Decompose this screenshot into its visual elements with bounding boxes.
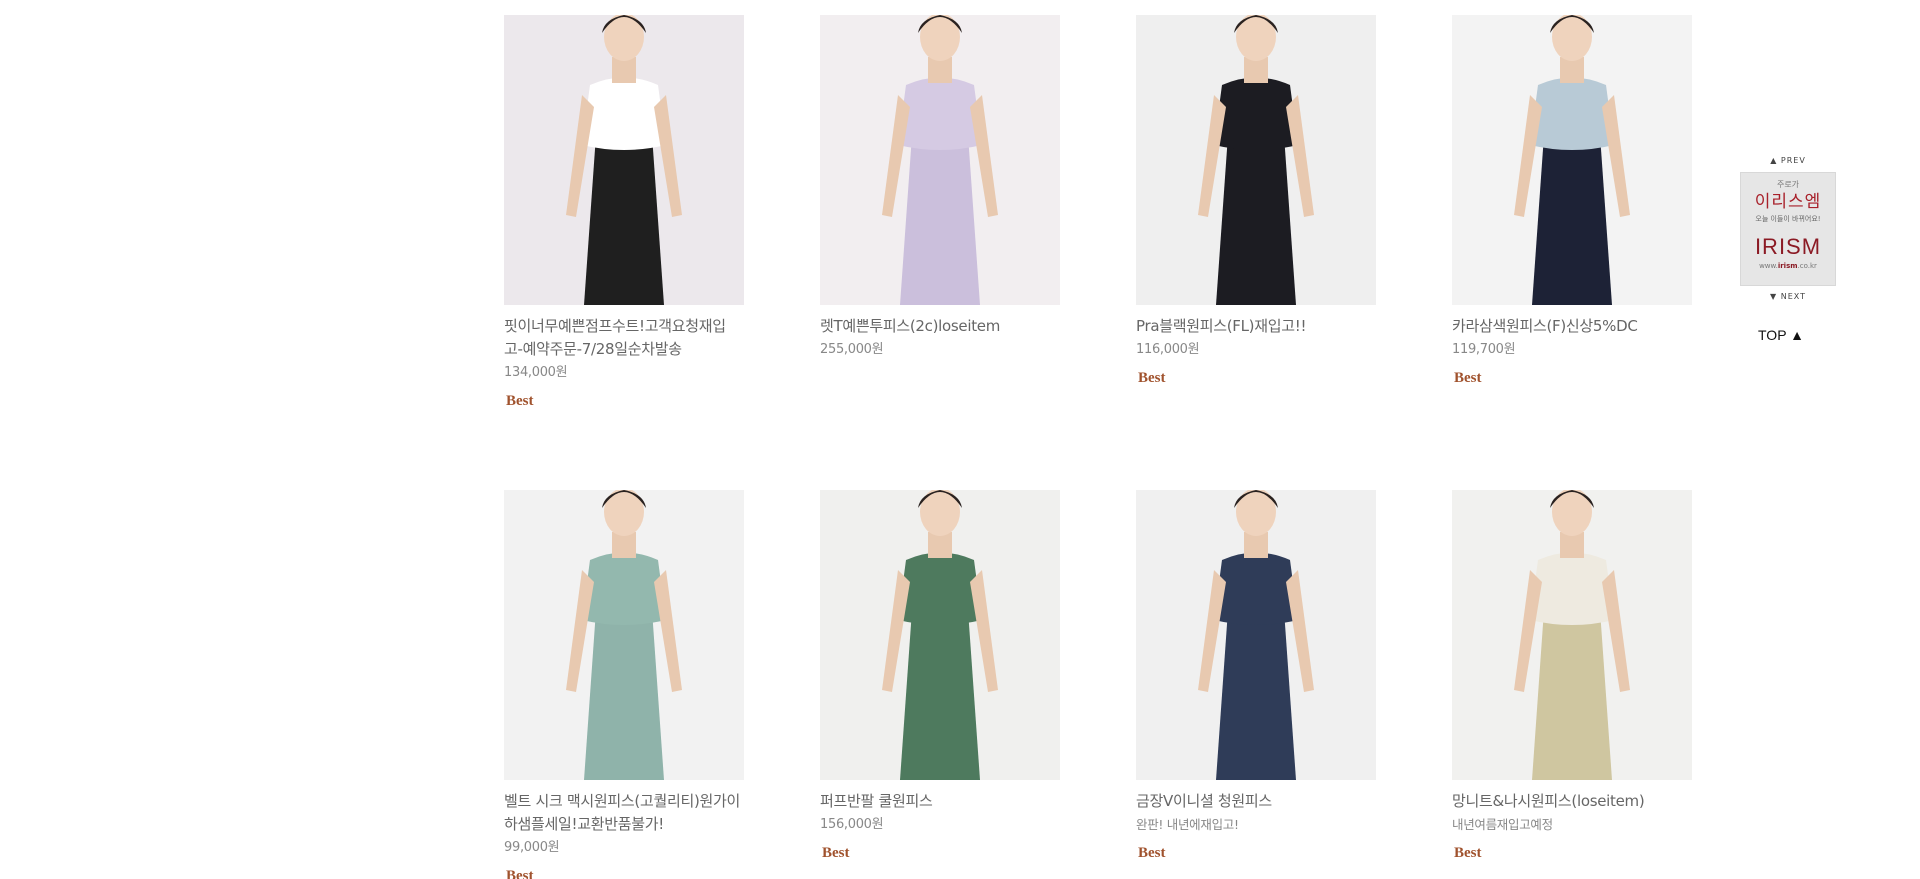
product-card[interactable]: 퍼프반팔 쿨원피스 156,000원 Best <box>820 490 1060 862</box>
scroll-top-button[interactable]: TOP ▲ <box>1758 327 1804 343</box>
product-card[interactable]: 금장V이니셜 청원피스완판! 내년에재입고! Best <box>1136 490 1376 862</box>
product-image[interactable] <box>1452 15 1692 305</box>
product-price: 116,000원 <box>1136 342 1200 357</box>
product-name[interactable]: 렛T예쁜투피스(2c)loseitem <box>820 315 1060 338</box>
product-image[interactable] <box>1136 490 1376 780</box>
product-image[interactable] <box>820 15 1060 305</box>
dress-body <box>584 602 664 780</box>
product-price: 99,000원 <box>504 840 560 855</box>
product-card[interactable]: 렛T예쁜투피스(2c)loseitem 255,000원 <box>820 15 1060 360</box>
model-photo-illustration <box>820 15 1060 305</box>
product-card[interactable]: Pra블랙원피스(FL)재입고!! 116,000원 Best <box>1136 15 1376 387</box>
best-badge: Best <box>822 845 850 861</box>
model-photo-illustration <box>504 15 744 305</box>
banner-subtext: 오늘 이들이 바뀌어요! <box>1755 215 1821 223</box>
next-button[interactable]: ▼ NEXT <box>1740 290 1836 304</box>
dress-top <box>898 77 982 150</box>
side-quick-banner: ▲ PREV 주로가 이리스엠 오늘 이들이 바뀌어요! IRISM www.i… <box>1740 154 1836 304</box>
dress-top <box>1214 552 1298 625</box>
product-name[interactable]: 퍼프반팔 쿨원피스 <box>820 790 1060 813</box>
product-note: 완판! 내년에재입고! <box>1136 817 1239 832</box>
product-note: 내년여름재입고예정 <box>1452 817 1553 832</box>
product-card[interactable]: 벨트 시크 맥시원피스(고퀄리티)원가이하샘플세일!교환반품불가! 99,000원… <box>504 490 744 879</box>
banner-title: 이리스엠 <box>1754 192 1822 212</box>
product-card[interactable]: 카라삼색원피스(F)신상5%DC 119,700원 Best <box>1452 15 1692 387</box>
dress-body <box>1216 602 1296 780</box>
dress-body <box>584 127 664 305</box>
model-photo-illustration <box>820 490 1060 780</box>
product-price: 255,000원 <box>820 342 884 357</box>
product-card[interactable]: 핏이너무예쁜점프수트!고객요청재입고-예약주문-7/28일순차발송 134,000… <box>504 15 744 410</box>
best-badge: Best <box>506 868 534 879</box>
product-name[interactable]: Pra블랙원피스(FL)재입고!! <box>1136 315 1376 338</box>
dress-top <box>582 77 666 150</box>
model-photo-illustration <box>1136 490 1376 780</box>
product-name[interactable]: 망니트&나시원피스(loseitem) <box>1452 790 1692 813</box>
product-card[interactable]: 망니트&나시원피스(loseitem) 내년여름재입고예정 Best <box>1452 490 1692 862</box>
product-image[interactable] <box>504 15 744 305</box>
product-name[interactable]: 카라삼색원피스(F)신상5%DC <box>1452 315 1692 338</box>
best-badge: Best <box>1454 845 1482 861</box>
dress-top <box>1530 77 1614 150</box>
dress-top <box>1530 552 1614 625</box>
brand-banner[interactable]: 주로가 이리스엠 오늘 이들이 바뀌어요! IRISM www.irism.co… <box>1740 172 1836 286</box>
model-photo-illustration <box>1136 15 1376 305</box>
product-price: 119,700원 <box>1452 342 1516 357</box>
product-grid: 핏이너무예쁜점프수트!고객요청재입고-예약주문-7/28일순차발송 134,000… <box>0 0 1920 879</box>
best-badge: Best <box>1138 370 1166 386</box>
best-badge: Best <box>506 393 534 409</box>
dress-top <box>1214 77 1298 150</box>
model-photo-illustration <box>504 490 744 780</box>
product-image[interactable] <box>1136 15 1376 305</box>
dress-body <box>1532 602 1612 780</box>
product-image[interactable] <box>504 490 744 780</box>
product-price: 156,000원 <box>820 817 884 832</box>
dress-body <box>900 602 980 780</box>
product-image[interactable] <box>820 490 1060 780</box>
banner-small-text: 주로가 <box>1776 180 1800 189</box>
dress-body <box>1216 127 1296 305</box>
prev-button[interactable]: ▲ PREV <box>1740 154 1836 168</box>
dress-top <box>582 552 666 625</box>
product-name[interactable]: 핏이너무예쁜점프수트!고객요청재입고-예약주문-7/28일순차발송 <box>504 315 744 361</box>
dress-body <box>900 127 980 305</box>
model-photo-illustration <box>1452 15 1692 305</box>
dress-body <box>1532 127 1612 305</box>
model-photo-illustration <box>1452 490 1692 780</box>
product-price: 134,000원 <box>504 365 568 380</box>
brand-logo: IRISM <box>1754 234 1822 259</box>
product-name[interactable]: 금장V이니셜 청원피스 <box>1136 790 1376 813</box>
dress-top <box>898 552 982 625</box>
product-name[interactable]: 벨트 시크 맥시원피스(고퀄리티)원가이하샘플세일!교환반품불가! <box>504 790 744 836</box>
best-badge: Best <box>1454 370 1482 386</box>
product-image[interactable] <box>1452 490 1692 780</box>
banner-url: www.irism.co.kr <box>1759 262 1817 270</box>
best-badge: Best <box>1138 845 1166 861</box>
